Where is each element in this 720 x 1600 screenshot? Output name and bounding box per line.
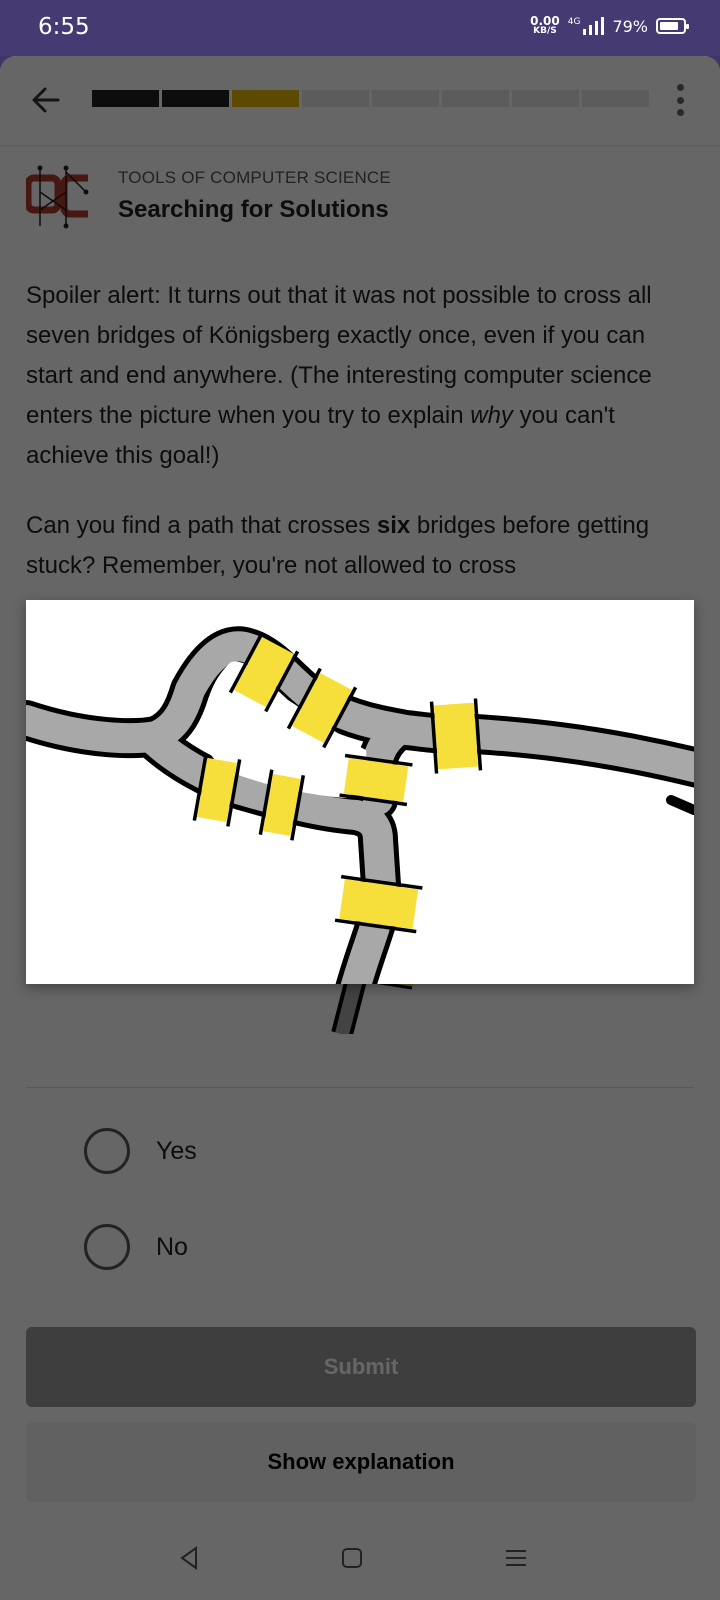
status-time: 6:55 (38, 14, 90, 40)
status-bar: 6:55 0.00 KB/S 4G 79% (0, 0, 720, 56)
arrow-left-icon[interactable] (28, 82, 64, 118)
progress-segment (302, 90, 369, 107)
more-vertical-icon[interactable] (676, 84, 684, 116)
prompt-emphasis: six (376, 512, 411, 539)
progress-segment (92, 90, 159, 107)
course-category: TOOLS OF COMPUTER SCIENCE (118, 168, 391, 187)
network-speed: 0.00 KB/S (530, 14, 560, 36)
divider (26, 1087, 694, 1088)
progress-segment-current (232, 90, 299, 107)
lesson-header (0, 56, 720, 146)
option-label: No (156, 1232, 188, 1261)
signal-icon (583, 17, 605, 35)
konigsberg-bridges-image (26, 626, 694, 984)
answer-option-yes[interactable]: Yes (84, 1128, 197, 1174)
question-prompt: Can you find a path that crosses six bri… (26, 506, 694, 586)
battery-percent: 79% (612, 16, 648, 36)
lesson-title: Searching for Solutions (118, 196, 389, 223)
progress-segment (372, 90, 439, 107)
network-speed-value: 0.00 (530, 14, 560, 28)
lesson-progress-bar (92, 90, 649, 107)
paragraph-emphasis: why (470, 402, 513, 429)
progress-segment (162, 90, 229, 107)
radio-button[interactable] (84, 1224, 130, 1270)
course-heading: TOOLS OF COMPUTER SCIENCE Searching for … (26, 164, 686, 236)
triangle-left-icon[interactable] (176, 1544, 204, 1572)
show-explanation-button[interactable]: Show explanation (26, 1422, 696, 1502)
square-icon[interactable] (338, 1544, 366, 1572)
menu-lines-icon[interactable] (502, 1544, 530, 1572)
status-icons: 0.00 KB/S 4G 79% (530, 14, 689, 36)
course-logo-icon (26, 165, 89, 229)
network-speed-unit: KB/S (533, 26, 557, 36)
option-label: Yes (156, 1136, 197, 1165)
lesson-paragraph: Spoiler alert: It turns out that it was … (26, 276, 694, 476)
progress-segment (582, 90, 649, 107)
answer-option-no[interactable]: No (84, 1224, 188, 1270)
radio-button[interactable] (84, 1128, 130, 1174)
network-type: 4G (567, 17, 581, 27)
image-zoom-modal[interactable] (26, 600, 694, 984)
progress-segment (512, 90, 579, 107)
submit-button[interactable]: Submit (26, 1327, 696, 1407)
progress-segment (442, 90, 509, 107)
battery-icon (656, 18, 689, 34)
prompt-text: Can you find a path that crosses (26, 512, 377, 539)
system-nav-bar (0, 1516, 720, 1600)
